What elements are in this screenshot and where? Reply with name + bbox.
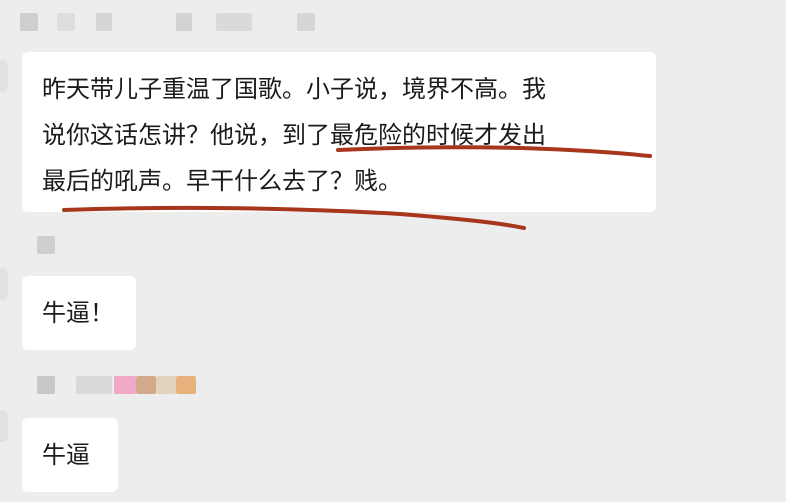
avatar-edge bbox=[0, 60, 8, 92]
sender-name-blurred bbox=[37, 236, 55, 254]
message-bubble: 牛逼！ bbox=[22, 276, 136, 350]
message-line: 最后的吼声。早干什么去了？贱。 bbox=[42, 167, 402, 195]
message-line: 昨天带儿子重温了国歌。小子说，境界不高。我 bbox=[42, 75, 546, 103]
message-line: 牛逼 bbox=[42, 441, 90, 469]
message-bubble: 牛逼 bbox=[22, 418, 118, 492]
avatar-edge bbox=[0, 268, 8, 300]
message-bubble: 昨天带儿子重温了国歌。小子说，境界不高。我 说你这话怎讲？他说，到了最危险的时候… bbox=[22, 52, 656, 212]
message-line: 牛逼！ bbox=[42, 299, 114, 327]
avatar-edge bbox=[0, 410, 8, 442]
message-line: 说你这话怎讲？他说，到了最危险的时候才发出 bbox=[42, 121, 546, 149]
